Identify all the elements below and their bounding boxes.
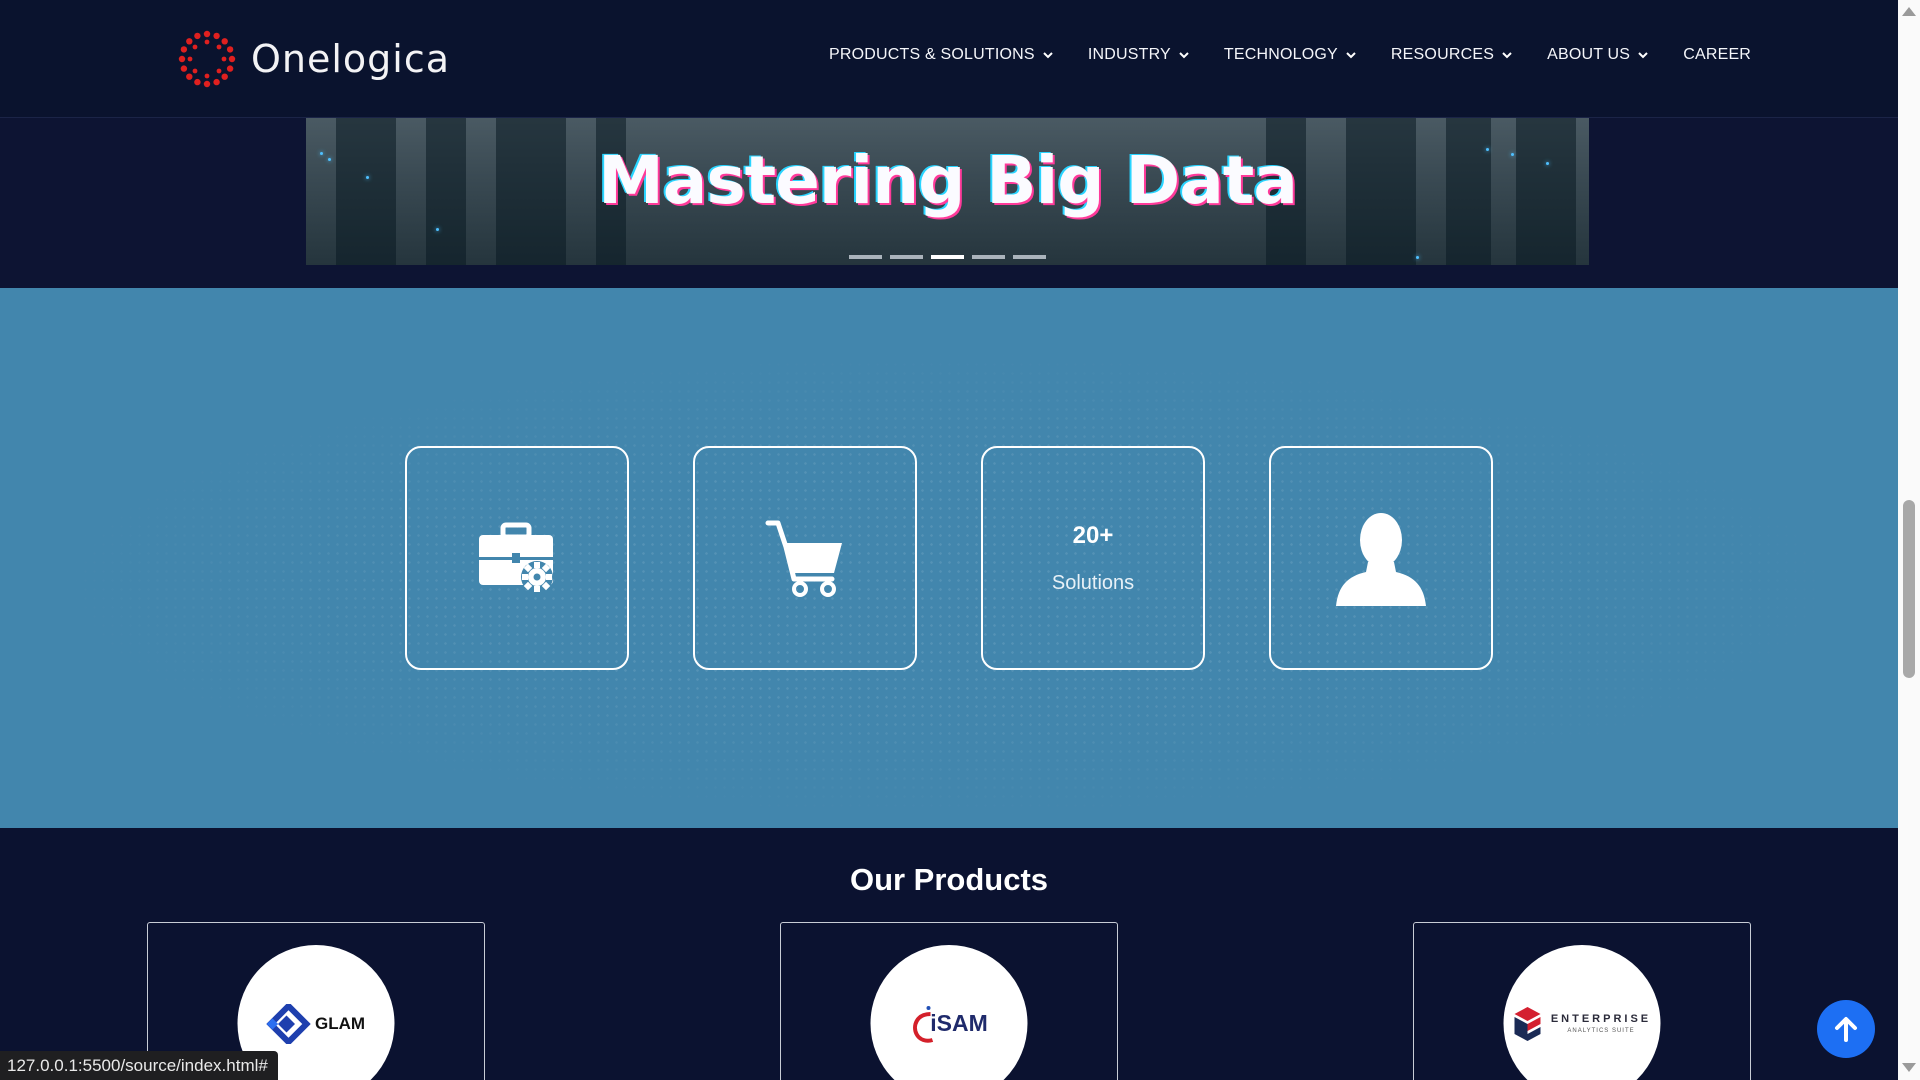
user-silhouette-icon — [1336, 513, 1426, 606]
arrow-up-icon — [1835, 1017, 1857, 1042]
enterprise-logo-text: ENTERPRISE ANALYTICS SUITE — [1551, 1013, 1651, 1034]
top-navbar: Onelogica PRODUCTS & SOLUTIONS INDUSTRY … — [0, 0, 1898, 118]
section-title: Our Products — [849, 862, 1049, 897]
nav-technology[interactable]: TECHNOLOGY — [1224, 46, 1357, 64]
nav-about-us[interactable]: ABOUT US — [1547, 46, 1649, 64]
hero-title: Mastering Big Data — [598, 142, 1298, 219]
chevron-down-icon — [1179, 52, 1189, 59]
carousel-dot-1[interactable] — [849, 255, 882, 259]
nav-products-solutions[interactable]: PRODUCTS & SOLUTIONS — [829, 46, 1054, 64]
stat-number: 20+ — [1072, 521, 1114, 549]
nav-label: ABOUT US — [1547, 46, 1631, 63]
stats-section: 20+ Solutions — [0, 288, 1898, 828]
chevron-down-icon — [1638, 52, 1648, 59]
product-logo-subtext: ANALYTICS SUITE — [1567, 1028, 1635, 1034]
nav-label: CAREER — [1683, 46, 1752, 63]
shopping-cart-icon — [765, 520, 842, 597]
briefcase-gear-icon — [479, 522, 553, 593]
world-map-dots — [0, 288, 1898, 828]
scroll-down-arrow-icon[interactable] — [1902, 1063, 1916, 1072]
chevron-down-icon — [1502, 52, 1512, 59]
product-logo-text: ENTERPRISE — [1550, 1013, 1652, 1025]
main-nav: PRODUCTS & SOLUTIONS INDUSTRY TECHNOLOGY… — [829, 46, 1751, 64]
product-logo-text: GLAM — [314, 1013, 366, 1033]
stat-label: Solutions — [1051, 571, 1135, 594]
enterprise-logo-icon — [1514, 1006, 1541, 1041]
stat-card-products — [693, 446, 917, 670]
glam-logo-icon — [266, 1003, 311, 1044]
nav-label: PRODUCTS & SOLUTIONS — [829, 46, 1035, 63]
stat-card-solutions: 20+ Solutions — [981, 446, 1205, 670]
status-bar-url: 127.0.0.1:5500/source/index.html# — [0, 1051, 278, 1080]
nav-career[interactable]: CAREER — [1683, 46, 1751, 64]
onelogica-logo-icon — [178, 30, 236, 88]
carousel-dot-3[interactable] — [931, 255, 964, 259]
brand-logo[interactable]: Onelogica — [177, 27, 450, 91]
scrollbar-thumb[interactable] — [1903, 500, 1915, 678]
product-card-enterprise[interactable]: ENTERPRISE ANALYTICS SUITE — [1413, 922, 1751, 1080]
product-card-isam[interactable]: iSAM — [780, 922, 1118, 1080]
nav-industry[interactable]: INDUSTRY — [1088, 46, 1190, 64]
brand-name: Onelogica — [251, 37, 451, 81]
stat-card-services — [405, 446, 629, 670]
product-logo-circle: iSAM — [870, 945, 1028, 1080]
carousel-dot-5[interactable] — [1013, 255, 1046, 259]
vertical-scrollbar[interactable] — [1898, 0, 1920, 1080]
server-light — [436, 228, 439, 231]
nav-label: RESOURCES — [1390, 46, 1495, 63]
product-logo-text: iSAM — [930, 1010, 988, 1036]
chevron-down-icon — [1346, 52, 1356, 59]
hero-carousel[interactable]: Mastering Big Data — [306, 118, 1589, 265]
nav-label: TECHNOLOGY — [1223, 46, 1338, 63]
carousel-dot-2[interactable] — [890, 255, 923, 259]
enterprise-logo: ENTERPRISE ANALYTICS SUITE — [1513, 1005, 1651, 1043]
carousel-indicators — [306, 255, 1589, 259]
products-section: Our Products GLAM iSAM ENTERPRISE ANALYT… — [0, 828, 1898, 1080]
page: Onelogica PRODUCTS & SOLUTIONS INDUSTRY … — [0, 0, 1898, 1080]
nav-label: INDUSTRY — [1087, 46, 1171, 63]
scroll-up-arrow-icon[interactable] — [1902, 7, 1916, 16]
stat-card-clients — [1269, 446, 1493, 670]
chevron-down-icon — [1043, 52, 1053, 59]
product-logo-circle: ENTERPRISE ANALYTICS SUITE — [1503, 945, 1661, 1080]
nav-resources[interactable]: RESOURCES — [1391, 46, 1513, 64]
back-to-top-button[interactable] — [1817, 1000, 1875, 1058]
carousel-dot-4[interactable] — [972, 255, 1005, 259]
